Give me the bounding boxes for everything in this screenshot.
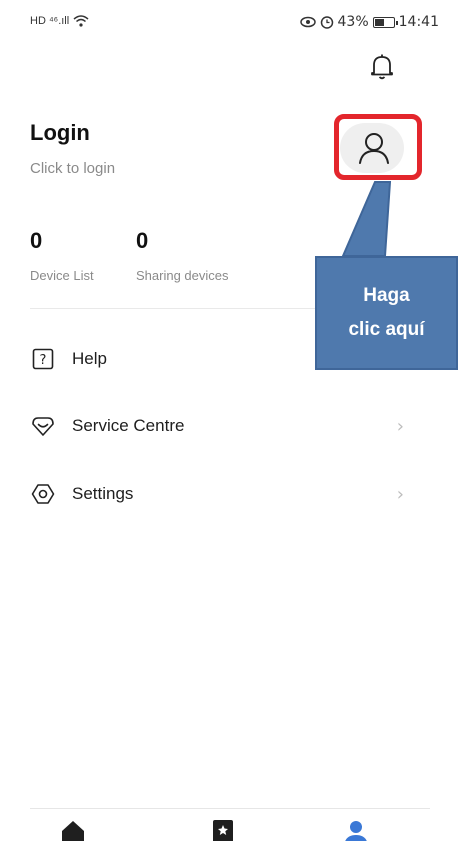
home-icon	[62, 821, 84, 841]
heart-diamond-icon	[30, 413, 56, 439]
nav-home[interactable]	[58, 818, 88, 841]
question-box-icon: ?	[30, 346, 56, 372]
nav-scene[interactable]	[208, 818, 238, 841]
login-subtitle[interactable]: Click to login	[30, 160, 115, 177]
device-list-label[interactable]: Device List	[30, 268, 94, 283]
status-bar: HD ⁴⁶.ıll 43% 14:41	[0, 0, 473, 46]
callout-line-1: Haga	[363, 285, 410, 306]
login-title[interactable]: Login	[30, 120, 90, 146]
svg-text:?: ?	[40, 353, 47, 368]
menu-label-settings: Settings	[72, 484, 134, 503]
sharing-devices-count[interactable]: 0	[136, 228, 148, 254]
callout-line-2: clic aquí	[348, 319, 425, 340]
status-right: 43% 14:41	[299, 14, 439, 30]
scene-icon	[213, 820, 233, 841]
profile-icon	[345, 821, 367, 841]
chevron-right-icon: ›	[396, 484, 404, 505]
status-left-text: HD ⁴⁶.ıll	[30, 15, 70, 27]
callout-box: Haga clic aquí	[315, 256, 458, 370]
bell-icon[interactable]	[368, 52, 396, 82]
device-list-count[interactable]: 0	[30, 228, 42, 254]
settings-hex-icon	[30, 481, 56, 507]
chevron-right-icon: ›	[396, 416, 404, 437]
menu-label-help: Help	[72, 349, 107, 368]
wifi-icon	[73, 15, 89, 27]
menu-item-settings[interactable]: Settings ›	[30, 472, 410, 516]
highlight-box	[334, 114, 422, 180]
battery-percent: 43%	[337, 14, 369, 30]
signal-indicators: HD ⁴⁶.ıll	[30, 15, 89, 27]
nav-divider	[30, 808, 430, 809]
alarm-icon	[320, 16, 333, 29]
nav-profile[interactable]	[341, 818, 371, 841]
menu-label-service-centre: Service Centre	[72, 416, 185, 435]
status-time: 14:41	[398, 14, 439, 30]
sharing-devices-label[interactable]: Sharing devices	[136, 268, 229, 283]
battery-icon	[372, 16, 398, 28]
menu-item-service-centre[interactable]: Service Centre ›	[30, 404, 410, 448]
eye-comfort-icon	[299, 16, 316, 28]
